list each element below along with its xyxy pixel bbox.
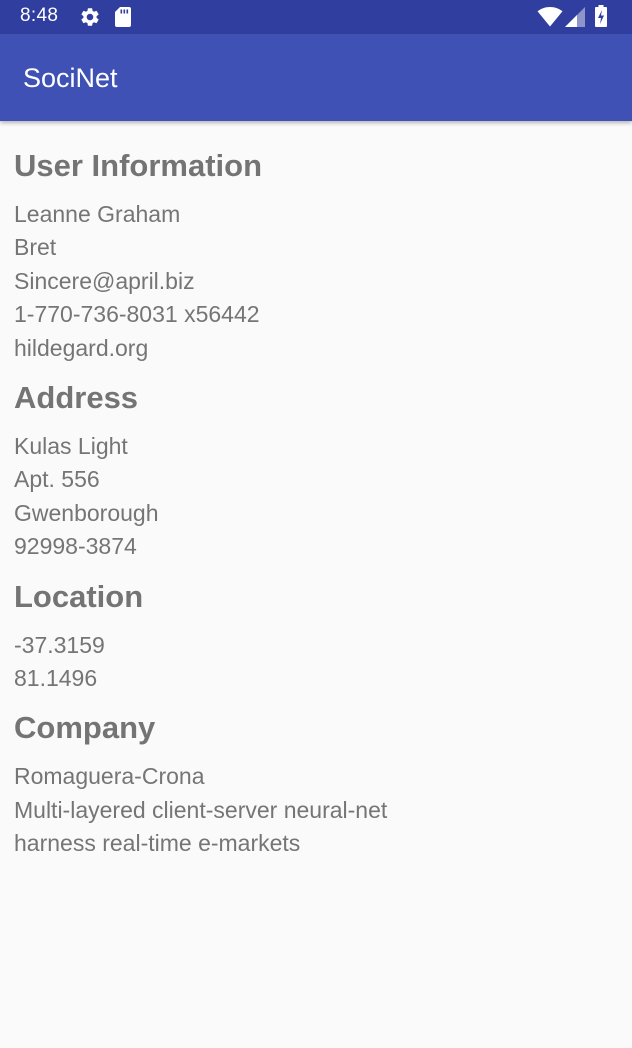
company-catchphrase: Multi-layered client-server neural-net <box>14 796 388 823</box>
cell-signal-icon <box>565 7 585 27</box>
gear-icon <box>81 8 99 26</box>
user-detail-content: User Information Leanne Graham Bret Sinc… <box>14 146 614 873</box>
status-time: 8:48 <box>20 5 59 26</box>
section-title-company: Company <box>14 710 156 746</box>
status-bar: 8:48 <box>0 0 632 34</box>
section-title-location: Location <box>14 578 144 614</box>
user-email: Sincere@april.biz <box>14 267 195 294</box>
sd-card-icon <box>115 7 131 27</box>
company-name: Romaguera-Crona <box>14 763 205 790</box>
company-bs: harness real-time e-markets <box>14 830 301 857</box>
location-latitude: -37.3159 <box>14 631 105 658</box>
user-name: Leanne Graham <box>14 201 181 227</box>
address-city: Gwenborough <box>14 499 159 526</box>
app-title: SociNet <box>23 63 118 93</box>
wifi-icon <box>537 7 563 27</box>
address-suite: Apt. 556 <box>14 466 100 493</box>
section-title-address: Address <box>14 379 139 415</box>
app-bar: SociNet <box>0 34 632 121</box>
location-section: Location -37.3159 81.1496 <box>14 577 614 696</box>
address-zipcode: 92998-3874 <box>14 533 137 560</box>
user-website: hildegard.org <box>14 334 149 361</box>
section-title-user-information: User Information <box>14 148 263 183</box>
user-username: Bret <box>14 234 57 261</box>
location-longitude: 81.1496 <box>14 664 98 691</box>
address-section: Address Kulas Light Apt. 556 Gwenborough… <box>14 378 614 564</box>
company-section: Company Romaguera-Crona Multi-layered cl… <box>14 708 614 860</box>
address-street: Kulas Light <box>14 432 128 459</box>
battery-charging-icon <box>595 5 607 27</box>
user-phone: 1-770-736-8031 x56442 <box>14 301 260 328</box>
user-information-section: User Information Leanne Graham Bret Sinc… <box>14 146 614 365</box>
